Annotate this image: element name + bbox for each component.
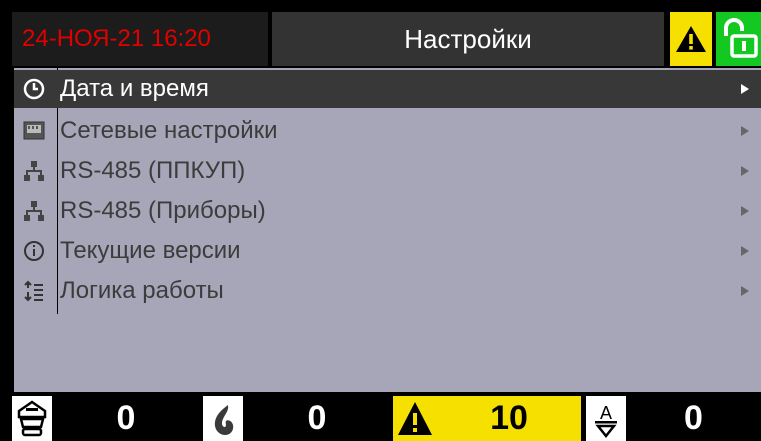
network-topology-icon [14,192,54,230]
menu-item-label: Текущие версии [60,237,241,264]
fire-count: 0 [307,399,327,437]
chevron-right-icon [737,246,753,256]
chevron-right-icon [737,286,753,296]
menu-item-current-versions[interactable]: Текущие версии [14,232,761,270]
warning-triangle-icon[interactable] [670,12,712,66]
settings-menu: Дата и время Сетевые настройки RS-485 (П… [12,68,761,392]
menu-item-label: Сетевые настройки [60,117,278,144]
fire-icon[interactable] [203,396,243,441]
warning-icon[interactable] [395,396,435,441]
menu-item-label: Дата и время [60,75,209,102]
warning-count: 10 [490,399,528,437]
counters-footer: 0 0 10 A 0 [0,392,761,441]
menu-item-rs485-ppkup[interactable]: RS-485 (ППКУП) [14,152,761,190]
chevron-right-icon [737,206,753,216]
menu-item-operation-logic[interactable]: Логика работы [14,272,761,310]
network-card-icon [14,112,54,150]
status-header: 24-НОЯ-21 16:20 Настройки [0,0,761,68]
page-title: Настройки [272,12,664,66]
detector-count: 0 [116,399,136,437]
automatics-icon[interactable]: A [586,396,626,441]
menu-item-network-settings[interactable]: Сетевые настройки [14,112,761,150]
menu-item-rs485-devices[interactable]: RS-485 (Приборы) [14,192,761,230]
chevron-right-icon [737,84,753,94]
info-icon [14,232,54,270]
menu-item-label: Логика работы [60,277,224,304]
chevron-right-icon [737,126,753,136]
automatics-count: 0 [684,399,703,437]
menu-item-date-time[interactable]: Дата и время [14,70,761,108]
datetime-display: 24-НОЯ-21 16:20 [12,12,268,66]
unlocked-padlock-icon[interactable] [716,12,761,66]
clock-icon [14,70,54,108]
logic-icon [14,272,54,310]
chevron-right-icon [737,166,753,176]
menu-item-label: RS-485 (Приборы) [60,197,266,224]
menu-item-label: RS-485 (ППКУП) [60,157,246,184]
svg-text:A: A [600,403,612,423]
network-topology-icon [14,152,54,190]
detector-icon[interactable] [12,396,52,441]
